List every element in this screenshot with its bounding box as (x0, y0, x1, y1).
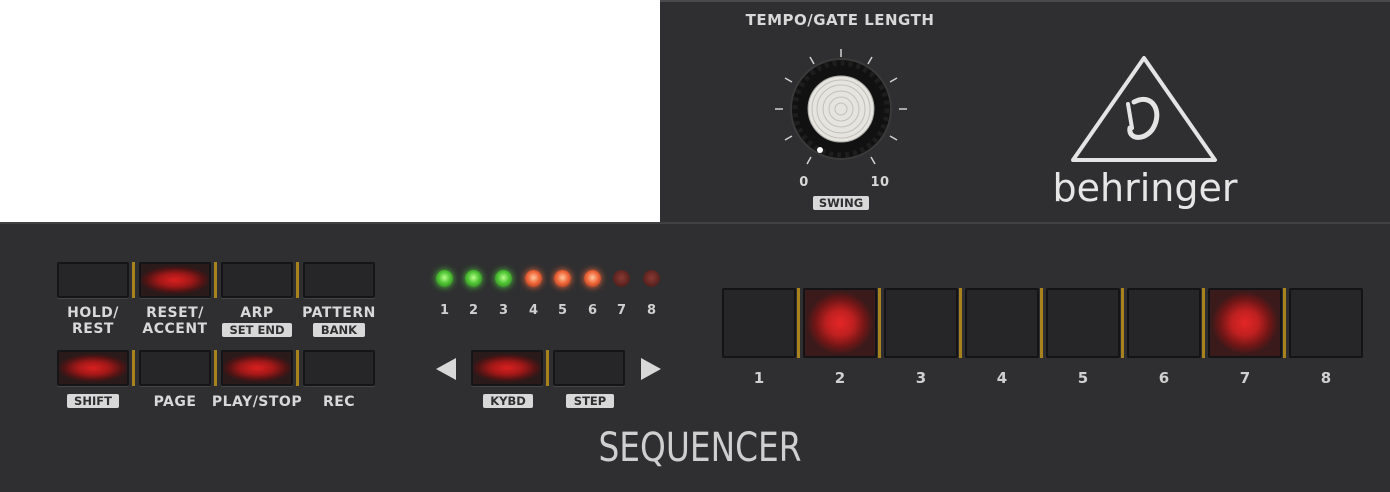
step-led-5 (554, 270, 571, 287)
step-led-1 (436, 270, 453, 287)
swing-tag: SWING (813, 196, 869, 210)
arp-button[interactable] (221, 262, 293, 298)
behringer-triangle-logo-icon (1071, 56, 1217, 162)
bank-tag: BANK (313, 323, 365, 337)
play-stop-button[interactable] (221, 350, 293, 386)
pad-divider (878, 288, 881, 358)
hold-rest-button[interactable] (57, 262, 129, 298)
step-led-6 (584, 270, 601, 287)
pattern-button[interactable] (303, 262, 375, 298)
step-pad-label: 5 (1077, 369, 1089, 387)
set-end-tag: SET END (222, 323, 292, 337)
step-led-4 (525, 270, 542, 287)
step-pad-3[interactable] (884, 288, 958, 358)
step-led-label: 2 (468, 303, 479, 318)
button-divider (214, 350, 217, 386)
step-pad-2[interactable] (803, 288, 877, 358)
reset-accent-button[interactable] (139, 262, 211, 298)
step-led-label: 3 (498, 303, 509, 318)
step-led-label: 8 (646, 303, 657, 318)
rec-button[interactable] (303, 350, 375, 386)
triangle-left-icon (436, 358, 456, 380)
knob-min-label: 0 (799, 175, 809, 190)
step-led-label: 5 (557, 303, 568, 318)
sequencer-title: SEQUENCER (598, 425, 802, 471)
step-led-label: 4 (528, 303, 539, 318)
step-led-2 (465, 270, 482, 287)
step-pad-4[interactable] (965, 288, 1039, 358)
step-pad-6[interactable] (1127, 288, 1201, 358)
step-pad-label: 7 (1239, 369, 1251, 387)
button-divider (296, 262, 299, 298)
shift-button[interactable] (57, 350, 129, 386)
pad-divider (1202, 288, 1205, 358)
button-divider (132, 350, 135, 386)
step-pad-8[interactable] (1289, 288, 1363, 358)
tempo-gate-length-label: TEMPO/GATE LENGTH (745, 11, 935, 29)
button-divider (132, 262, 135, 298)
step-led-8 (643, 270, 660, 287)
shift-tag: SHIFT (67, 394, 119, 408)
pad-divider (959, 288, 962, 358)
step-pad-label: 3 (915, 369, 927, 387)
rec-label: REC (322, 394, 356, 410)
reset-accent-label: RESET/ACCENT (142, 305, 208, 337)
button-divider (546, 350, 549, 386)
step-pad-label: 4 (996, 369, 1008, 387)
tempo-knob[interactable] (760, 40, 930, 180)
step-pad-label: 8 (1320, 369, 1332, 387)
kybd-tag: KYBD (483, 394, 533, 408)
step-led-label: 6 (587, 303, 598, 318)
step-pad-7[interactable] (1208, 288, 1282, 358)
knob-max-label: 10 (870, 175, 890, 190)
pad-divider (1040, 288, 1043, 358)
arp-label: ARP (240, 305, 274, 321)
button-divider (214, 262, 217, 298)
step-led-3 (495, 270, 512, 287)
kybd-button[interactable] (471, 350, 543, 386)
step-pad-label: 1 (753, 369, 765, 387)
step-pad-label: 2 (834, 369, 846, 387)
play-stop-label: PLAY/STOP (211, 394, 303, 410)
pad-divider (1283, 288, 1286, 358)
pad-divider (1121, 288, 1124, 358)
step-pad-5[interactable] (1046, 288, 1120, 358)
hold-rest-label: HOLD/REST (67, 305, 119, 337)
step-led-label: 1 (439, 303, 450, 318)
step-pad-1[interactable] (722, 288, 796, 358)
button-divider (296, 350, 299, 386)
page-label: PAGE (153, 394, 197, 410)
pattern-label: PATTERN (302, 305, 376, 321)
step-led-7 (613, 270, 630, 287)
page-button[interactable] (139, 350, 211, 386)
knob-pointer-dot (817, 147, 823, 153)
brand-wordmark: behringer (1052, 166, 1238, 210)
step-pad-label: 6 (1158, 369, 1170, 387)
pad-divider (797, 288, 800, 358)
step-button[interactable] (553, 350, 625, 386)
step-tag: STEP (566, 394, 614, 408)
triangle-right-icon (641, 358, 661, 380)
step-led-label: 7 (616, 303, 627, 318)
